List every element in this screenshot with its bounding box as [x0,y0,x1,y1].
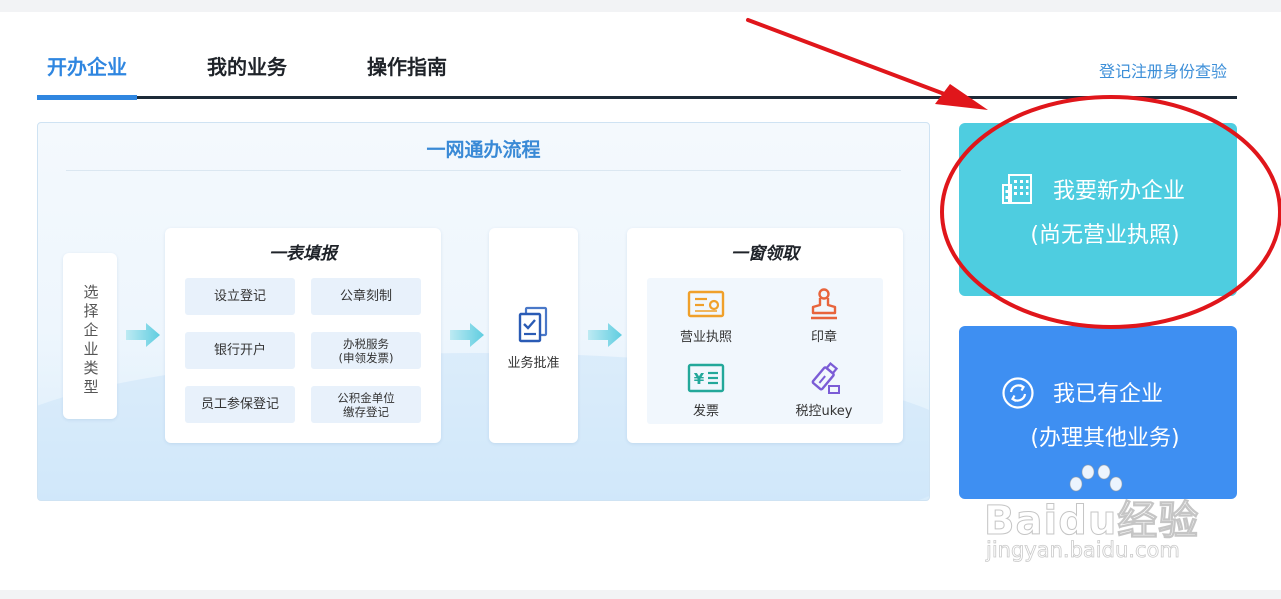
page-container: 开办企业 我的业务 操作指南 登记注册身份查验 一网通办流程 选择企业类型 一表… [0,12,1281,590]
chip-sublabel: 缴存登记 [343,404,389,419]
collect-item-label: 营业执照 [679,330,732,345]
collect-item-invoice[interactable]: ¥ 发票 [651,362,761,419]
tab-active-indicator [37,95,137,100]
select-company-type-label: 选择企业类型 [83,283,99,396]
collect-item-seal[interactable]: 印章 [769,288,879,345]
chip-employee-insurance[interactable]: 员工参保登记 [185,386,295,423]
existing-company-subtitle: (办理其他业务) [1030,426,1180,451]
business-license-icon [687,290,725,318]
collect-item-business-license[interactable]: 营业执照 [651,288,761,345]
svg-text:¥: ¥ [694,370,705,388]
collect-items-panel: 营业执照 印章 ¥ 发票 税控ukey [647,278,883,424]
tab-start-business[interactable]: 开办企业 [47,52,127,98]
new-company-button[interactable]: 我要新办企业 (尚无营业执照) [959,123,1237,296]
chip-seal-engraving[interactable]: 公章刻制 [311,278,421,315]
chip-sublabel: (申领发票) [338,350,394,365]
invoice-icon: ¥ [687,363,725,393]
flow-arrow-icon [588,323,622,347]
chip-tax-service[interactable]: 办税服务 (申领发票) [311,332,421,369]
select-company-type-card: 选择企业类型 [63,253,117,419]
collect-item-label: 发票 [692,404,719,419]
one-form-fill-card: 一表填报 设立登记 公章刻制 银行开户 办税服务 (申领发票) 员工参保登记 公… [165,228,441,443]
tab-my-business[interactable]: 我的业务 [207,52,287,98]
existing-company-button[interactable]: 我已有企业 (办理其他业务) [959,326,1237,499]
tab-bar-underline [37,96,1237,99]
chip-label: 设立登记 [213,289,266,304]
building-icon [1002,174,1032,204]
one-form-fill-title: 一表填报 [269,244,337,264]
circular-arrows-icon [1002,377,1034,409]
new-company-subtitle: (尚无营业执照) [1030,223,1180,248]
document-check-icon [518,306,548,343]
tab-operation-guide[interactable]: 操作指南 [367,52,447,98]
seal-stamp-icon [811,288,837,320]
collect-item-label: 税控ukey [795,404,853,419]
flow-arrow-icon [126,323,160,347]
process-flow-divider [66,170,901,171]
process-flow-panel: 一网通办流程 选择企业类型 一表填报 设立登记 公章刻制 银行开户 办税服务 (… [37,122,930,501]
flow-arrow-icon [450,323,484,347]
chip-bank-account[interactable]: 银行开户 [185,332,295,369]
usb-key-icon [811,362,840,394]
chip-establish-registration[interactable]: 设立登记 [185,278,295,315]
collect-item-tax-ukey[interactable]: 税控ukey [769,362,879,419]
chip-label: 办税服务 [342,336,389,351]
one-window-collect-title: 一窗领取 [731,244,799,264]
identity-verification-link[interactable]: 登记注册身份查验 [1099,58,1227,82]
chip-label: 公章刻制 [339,289,392,304]
chip-label-group: 办税服务 (申领发票) [339,337,394,365]
tab-bar: 开办企业 我的业务 操作指南 登记注册身份查验 [37,52,1237,104]
business-approval-card: 业务批准 [489,228,578,443]
chip-label: 公积金单位 [337,390,395,405]
process-flow-title: 一网通办流程 [426,139,541,161]
chip-label-group: 公积金单位 缴存登记 [337,391,395,419]
collect-item-label: 印章 [810,330,837,345]
business-approval-label: 业务批准 [507,356,560,371]
chip-label: 员工参保登记 [200,397,279,412]
chip-label: 银行开户 [213,343,266,358]
chip-housing-fund[interactable]: 公积金单位 缴存登记 [311,386,421,423]
existing-company-title: 我已有企业 [1053,382,1164,407]
new-company-title: 我要新办企业 [1053,179,1186,204]
one-window-collect-card: 一窗领取 营业执照 印章 ¥ 发票 税控ukey [627,228,903,443]
